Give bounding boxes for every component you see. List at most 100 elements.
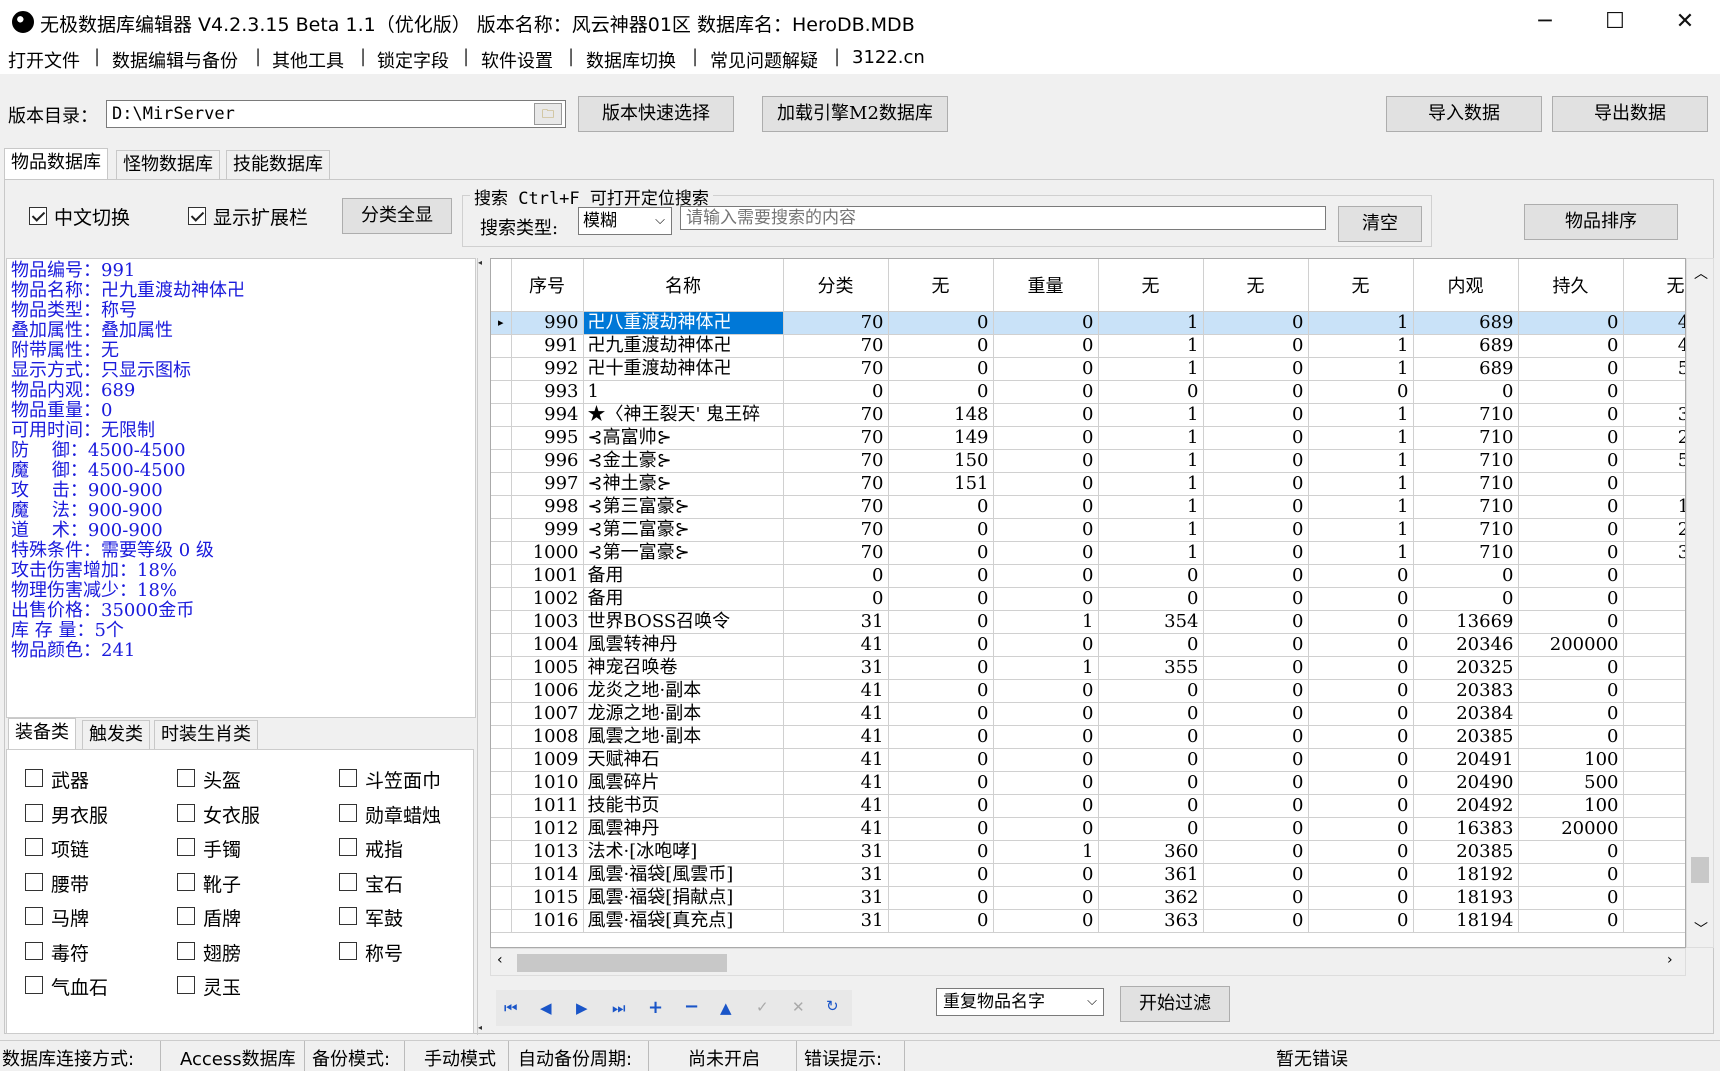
- table-cell[interactable]: 20490: [1413, 771, 1519, 795]
- table-cell[interactable]: 20384: [1413, 702, 1519, 726]
- table-cell[interactable]: ⊰高富帅⊱: [583, 426, 784, 450]
- table-cell[interactable]: 0: [1203, 633, 1309, 657]
- edit-record-icon[interactable]: ▲: [720, 999, 732, 1017]
- category-checkbox[interactable]: [177, 941, 195, 960]
- table-cell[interactable]: 1015: [511, 886, 584, 910]
- table-cell[interactable]: 710: [1413, 426, 1519, 450]
- table-cell[interactable]: 0: [1623, 771, 1685, 795]
- table-cell[interactable]: 994: [511, 403, 584, 427]
- table-cell[interactable]: 0: [1203, 863, 1309, 887]
- table-cell[interactable]: 0: [993, 426, 1099, 450]
- table-cell[interactable]: 0: [888, 357, 994, 381]
- table-cell[interactable]: 0: [1203, 334, 1309, 358]
- table-cell[interactable]: 0: [1203, 794, 1309, 818]
- table-cell[interactable]: 689: [1413, 357, 1519, 381]
- table-cell[interactable]: 0: [993, 518, 1099, 542]
- table-cell[interactable]: 20325: [1413, 656, 1519, 680]
- table-cell[interactable]: 0: [1518, 610, 1624, 634]
- table-cell[interactable]: 1: [1308, 403, 1414, 427]
- table-cell[interactable]: 0: [1623, 656, 1685, 680]
- table-cell[interactable]: 1: [1098, 311, 1204, 335]
- category-checkbox[interactable]: [339, 872, 357, 891]
- table-cell[interactable]: 0: [1308, 840, 1414, 864]
- table-cell[interactable]: 4500: [1623, 334, 1685, 358]
- table-row[interactable]: 1004風雲转神丹4100000203462000000: [491, 633, 1685, 657]
- table-cell[interactable]: 2000: [1623, 518, 1685, 542]
- table-cell[interactable]: 0: [1098, 679, 1204, 703]
- table-cell[interactable]: 70: [783, 472, 889, 496]
- table-cell[interactable]: 5000: [1623, 449, 1685, 473]
- table-cell[interactable]: 0: [1308, 702, 1414, 726]
- table-cell[interactable]: 70: [783, 518, 889, 542]
- table-cell[interactable]: 風雲·福袋[風雲币]: [583, 863, 784, 887]
- category-checkbox[interactable]: [25, 769, 43, 787]
- table-cell[interactable]: 1: [993, 610, 1099, 634]
- table-cell[interactable]: 41: [783, 725, 889, 749]
- table-cell[interactable]: 31: [783, 886, 889, 910]
- table-cell[interactable]: 0: [888, 610, 994, 634]
- table-cell[interactable]: 997: [511, 472, 584, 496]
- category-checkbox[interactable]: [177, 907, 195, 925]
- table-cell[interactable]: 1005: [511, 656, 584, 680]
- table-cell[interactable]: 1006: [511, 679, 584, 703]
- table-cell[interactable]: 0: [1203, 679, 1309, 703]
- table-cell[interactable]: 149: [888, 426, 994, 450]
- column-header[interactable]: 无: [1623, 259, 1685, 312]
- table-cell[interactable]: 0: [993, 495, 1099, 519]
- table-cell[interactable]: 0: [1518, 334, 1624, 358]
- table-cell[interactable]: ⊰神土豪⊱: [583, 472, 784, 496]
- table-cell[interactable]: 風雲碎片: [583, 771, 784, 795]
- table-cell[interactable]: 1002: [511, 587, 584, 611]
- table-cell[interactable]: 0: [1203, 495, 1309, 519]
- table-cell[interactable]: 0: [1518, 656, 1624, 680]
- table-cell[interactable]: 18193: [1413, 886, 1519, 910]
- scroll-left-icon[interactable]: ‹: [497, 952, 503, 968]
- table-cell[interactable]: ⊰金土豪⊱: [583, 449, 784, 473]
- table-cell[interactable]: 354: [1098, 610, 1204, 634]
- table-row[interactable]: 1010風雲碎片4100000204905000: [491, 771, 1685, 795]
- table-cell[interactable]: 0: [888, 495, 994, 519]
- table-cell[interactable]: 710: [1413, 495, 1519, 519]
- table-cell[interactable]: 0: [1623, 748, 1685, 772]
- chinese-toggle-checkbox[interactable]: [29, 207, 47, 225]
- table-cell[interactable]: 70: [783, 357, 889, 381]
- table-cell[interactable]: 151: [888, 472, 994, 496]
- table-cell[interactable]: 0: [993, 587, 1099, 611]
- horizontal-scrollbar[interactable]: ‹ ›: [490, 948, 1686, 976]
- table-cell[interactable]: 0: [1308, 725, 1414, 749]
- table-row[interactable]: 995⊰高富帅⊱70149010171002000: [491, 426, 1685, 450]
- export-button[interactable]: 导出数据: [1552, 96, 1708, 132]
- table-cell[interactable]: 0: [1623, 679, 1685, 703]
- table-cell[interactable]: 0: [1203, 610, 1309, 634]
- table-cell[interactable]: 0: [1518, 702, 1624, 726]
- table-cell[interactable]: 1: [993, 656, 1099, 680]
- table-cell[interactable]: 0: [1518, 449, 1624, 473]
- table-row[interactable]: 1008風雲之地·副本41000002038500: [491, 725, 1685, 749]
- table-cell[interactable]: 0: [1623, 863, 1685, 887]
- category-checkbox[interactable]: [339, 803, 357, 822]
- table-cell[interactable]: 0: [1098, 748, 1204, 772]
- table-cell[interactable]: 0: [783, 587, 889, 611]
- table-cell[interactable]: 0: [888, 656, 994, 680]
- tab-monsters[interactable]: 怪物数据库: [116, 150, 220, 180]
- table-cell[interactable]: 0: [1518, 495, 1624, 519]
- table-row[interactable]: 1013法术·[冰咆哮]3101360002038500: [491, 840, 1685, 864]
- table-cell[interactable]: 0: [1203, 886, 1309, 910]
- table-row[interactable]: 1014風雲·福袋[風雲币]3100361001819200: [491, 863, 1685, 887]
- table-cell[interactable]: 990: [511, 311, 584, 335]
- table-cell[interactable]: ⊰第一富豪⊱: [583, 541, 784, 565]
- table-row[interactable]: 997⊰神土豪⊱70151010171000: [491, 472, 1685, 496]
- table-cell[interactable]: 70: [783, 449, 889, 473]
- table-cell[interactable]: 龙源之地·副本: [583, 702, 784, 726]
- table-cell[interactable]: 0: [1203, 403, 1309, 427]
- table-cell[interactable]: 710: [1413, 472, 1519, 496]
- table-cell[interactable]: 0: [1203, 311, 1309, 335]
- table-cell[interactable]: 0: [1518, 725, 1624, 749]
- table-cell[interactable]: 0: [1518, 863, 1624, 887]
- column-header[interactable]: 序号: [511, 259, 584, 312]
- table-cell[interactable]: 0: [1308, 564, 1414, 588]
- table-cell[interactable]: 1016: [511, 909, 584, 933]
- menu-faq[interactable]: 常见问题解疑: [710, 47, 818, 73]
- table-cell[interactable]: 1012: [511, 817, 584, 841]
- start-filter-button[interactable]: 开始过滤: [1120, 986, 1230, 1022]
